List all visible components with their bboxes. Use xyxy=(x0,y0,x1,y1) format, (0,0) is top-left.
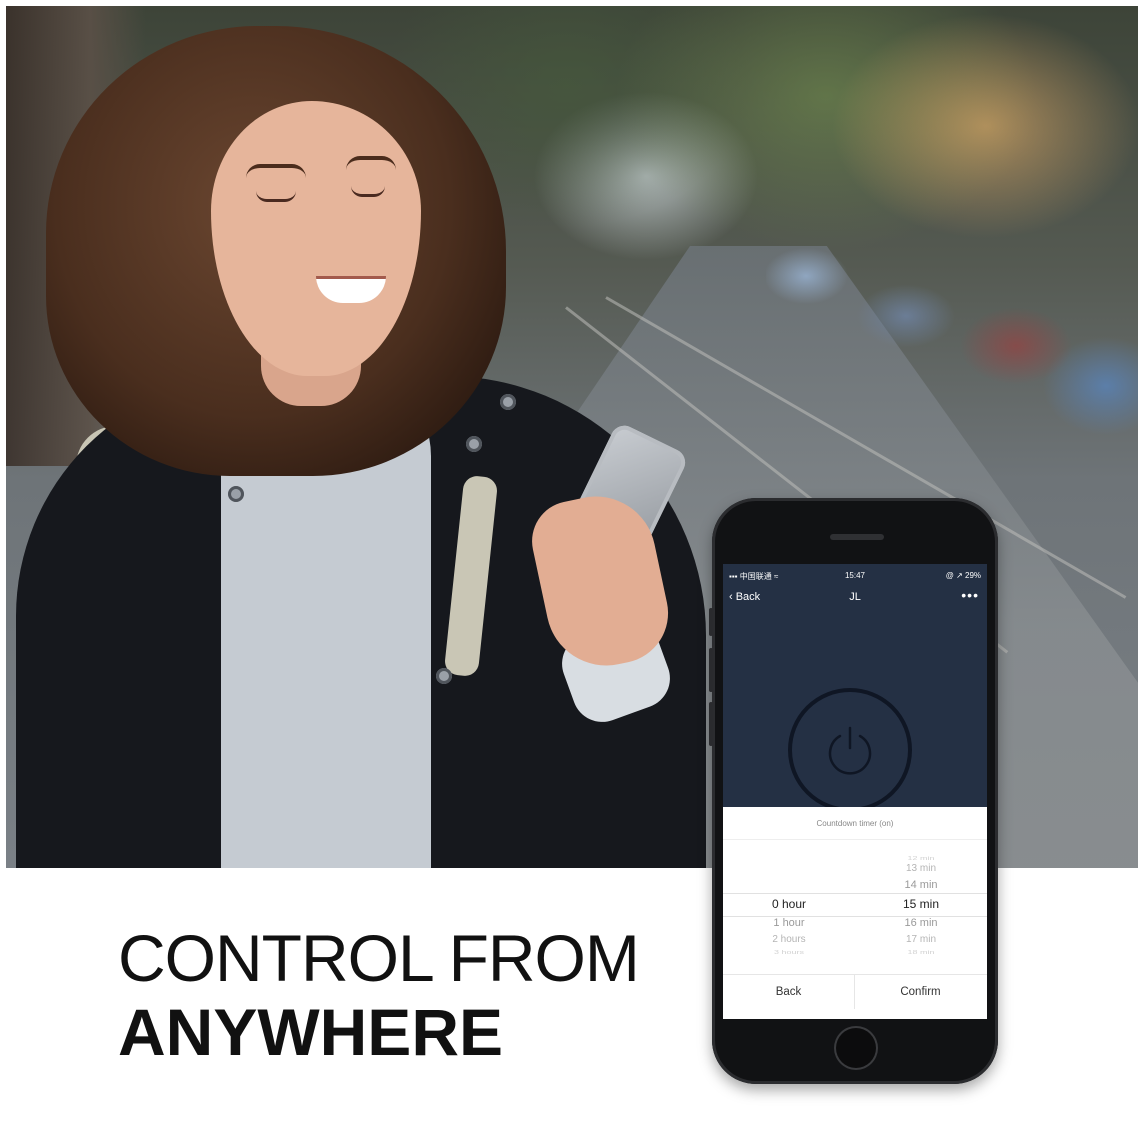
power-icon[interactable] xyxy=(822,722,878,778)
minute-option[interactable]: 18 min xyxy=(855,949,987,955)
volume-down-button xyxy=(709,702,713,746)
sheet-actions: Back Confirm xyxy=(723,974,987,1009)
back-button[interactable]: Back xyxy=(723,975,855,1009)
jacket-snap xyxy=(500,394,516,410)
nav-bar: ‹ Back JL ••• xyxy=(723,584,987,610)
eye xyxy=(256,191,296,202)
confirm-button[interactable]: Confirm xyxy=(855,975,986,1009)
headline-line2: ANYWHERE xyxy=(118,995,504,1069)
minute-option[interactable]: 12 min xyxy=(855,855,987,861)
advertisement-frame: CONTROL FROM ANYWHERE ▪▪▪ 中国联通 ≈ 15:47 @… xyxy=(6,6,1138,1138)
minute-option[interactable]: 14 min xyxy=(855,879,987,891)
more-options-icon[interactable]: ••• xyxy=(961,587,979,603)
minute-option-selected[interactable]: 15 min xyxy=(855,897,987,911)
app-screen: ▪▪▪ 中国联通 ≈ 15:47 @ ↗ 29% ‹ Back JL ••• C… xyxy=(723,564,987,1019)
hour-option[interactable]: 2 hours xyxy=(723,934,855,945)
hour-option[interactable]: 3 hours xyxy=(723,949,855,955)
home-button[interactable] xyxy=(836,1028,876,1068)
jacket-snap xyxy=(228,486,244,502)
minute-option[interactable]: 16 min xyxy=(855,917,987,929)
minute-option[interactable]: 13 min xyxy=(855,863,987,874)
jacket-snap xyxy=(466,436,482,452)
headline-line1: CONTROL FROM xyxy=(118,921,640,995)
battery-indicator: @ ↗ 29% xyxy=(945,571,981,580)
eyebrow xyxy=(346,156,396,170)
headline: CONTROL FROM ANYWHERE xyxy=(118,921,640,1069)
device-title: JL xyxy=(849,591,861,603)
hour-option[interactable]: 1 hour xyxy=(723,917,855,929)
sheet-title: Countdown timer (on) xyxy=(816,819,894,828)
eyebrow xyxy=(246,164,306,178)
earpiece-speaker xyxy=(830,534,884,540)
volume-up-button xyxy=(709,648,713,692)
hour-option-selected[interactable]: 0 hour xyxy=(723,897,855,911)
phone-mockup: ▪▪▪ 中国联通 ≈ 15:47 @ ↗ 29% ‹ Back JL ••• C… xyxy=(709,498,998,1084)
countdown-timer-sheet: Countdown timer (on) 0 hour 1 hour 2 hou… xyxy=(723,807,987,1019)
minute-option[interactable]: 17 min xyxy=(855,934,987,945)
divider xyxy=(723,839,987,840)
status-bar: ▪▪▪ 中国联通 ≈ 15:47 @ ↗ 29% xyxy=(723,564,987,584)
jacket-snap xyxy=(436,668,452,684)
mute-switch xyxy=(709,608,713,636)
time-picker[interactable]: 0 hour 1 hour 2 hours 3 hours 12 min 13 … xyxy=(723,851,987,963)
parked-cars xyxy=(766,236,1138,456)
